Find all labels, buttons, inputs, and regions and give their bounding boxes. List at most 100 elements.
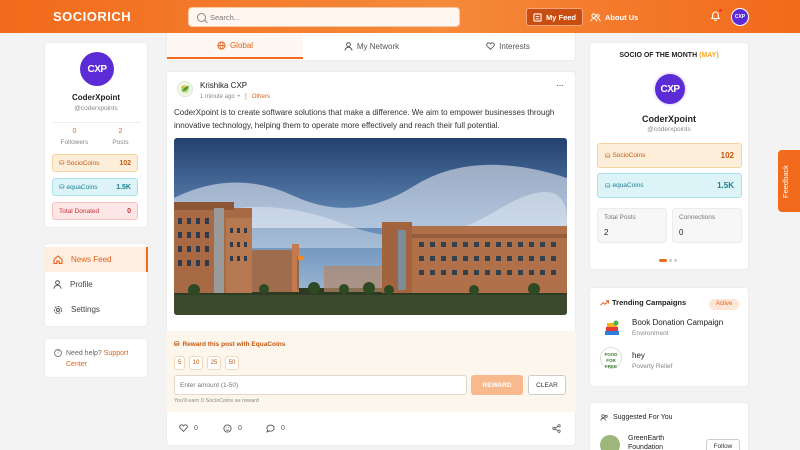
reward-amount-input[interactable]: Enter amount (1-50) xyxy=(174,375,467,395)
connections-label: Connections xyxy=(679,214,716,221)
tab-global[interactable]: Global xyxy=(167,33,303,59)
amount-button-25[interactable]: 25 xyxy=(207,356,221,370)
user-avatar[interactable]: CXP xyxy=(731,8,749,26)
search-input[interactable]: Search... xyxy=(188,7,460,27)
campaign-name[interactable]: hey xyxy=(632,351,645,360)
profile-avatar[interactable]: CXP xyxy=(80,52,114,86)
divider xyxy=(53,122,141,123)
post-image[interactable] xyxy=(174,138,567,315)
donated-value: 0 xyxy=(127,207,131,215)
socio-month-sociocoins: ⛁ SocioCoins 102 xyxy=(597,143,742,168)
socio-month-handle: @coderxpoints xyxy=(647,126,691,133)
connections-value: 0 xyxy=(679,228,684,237)
equacoins-value: 1.5K xyxy=(717,181,734,190)
campaign-logo-books[interactable] xyxy=(602,319,622,339)
tab-label: My Network xyxy=(356,41,400,51)
active-badge: Active xyxy=(709,299,739,310)
help-icon: ? xyxy=(54,349,62,357)
home-icon xyxy=(53,255,63,264)
tab-interests[interactable]: Interests xyxy=(440,33,576,59)
feedback-tab[interactable]: Feedback xyxy=(778,150,800,212)
campaign-category: Poverty Relief xyxy=(632,363,673,370)
equacoins-value: 1.5K xyxy=(116,183,131,191)
post-author[interactable]: Krishika CXP xyxy=(200,81,247,90)
search-icon xyxy=(197,13,206,22)
sidebar-item-profile[interactable]: Profile xyxy=(44,272,148,297)
socio-month-name[interactable]: CoderXpoint xyxy=(590,114,748,124)
globe-icon xyxy=(217,40,226,50)
socio-month-avatar[interactable]: CXP xyxy=(653,72,687,106)
more-vert-icon: ⋮ xyxy=(242,94,249,100)
posts-stat[interactable]: 2 Posts xyxy=(103,128,138,146)
users-icon xyxy=(590,12,601,22)
follow-button[interactable]: Follow xyxy=(706,439,740,450)
like-count: 0 xyxy=(194,424,198,432)
profile-handle: @coderxpoints xyxy=(74,105,118,112)
reaction-button[interactable]: 0 xyxy=(223,424,242,433)
coin-icon: ⛁ xyxy=(605,152,611,160)
post-category[interactable]: Others xyxy=(252,94,270,100)
posts-label: Posts xyxy=(112,139,129,146)
carousel-dot[interactable] xyxy=(669,259,672,262)
sidebar-item-news-feed[interactable]: News Feed xyxy=(44,247,148,272)
trending-campaigns-card: Trending Campaigns Active FOOD FOR FREE xyxy=(589,287,749,387)
campaigns-title: Trending Campaigns xyxy=(612,298,687,307)
total-posts-label: Total Posts xyxy=(604,214,636,221)
author-avatar[interactable] xyxy=(177,81,193,97)
logo[interactable]: SOCIORICH xyxy=(53,9,131,24)
suggested-card: Suggested For You GreenEarth Foundation … xyxy=(589,402,749,450)
comment-button[interactable]: 0 xyxy=(266,424,285,433)
carousel-dot-active[interactable] xyxy=(659,259,667,262)
sidebar-item-label: Profile xyxy=(70,280,93,289)
tab-my-network[interactable]: My Network xyxy=(303,33,440,59)
like-button[interactable]: 0 xyxy=(179,424,198,432)
amount-button-5[interactable]: 5 xyxy=(174,356,185,370)
my-feed-button[interactable]: My Feed xyxy=(526,8,584,26)
connections-stat: Connections 0 xyxy=(672,208,742,243)
notification-bell-icon[interactable] xyxy=(710,9,722,21)
sidebar-item-label: Settings xyxy=(71,305,100,314)
help-text: Need help? xyxy=(66,350,102,357)
sociocoins-badge: ⛁ SocioCoins 102 xyxy=(52,154,138,172)
clear-button[interactable]: CLEAR xyxy=(528,375,566,395)
profile-name[interactable]: CoderXpoint xyxy=(45,93,147,102)
socio-month-label: (MAY) xyxy=(699,52,719,59)
reaction-count: 0 xyxy=(238,425,242,432)
coin-icon: ⛁ xyxy=(605,182,611,190)
suggested-title: Suggested For You xyxy=(613,414,673,421)
followers-count: 0 xyxy=(72,128,77,135)
notification-dot xyxy=(719,9,722,12)
post-separator: • xyxy=(237,93,240,100)
help-card: ? Need help? Support Center xyxy=(44,338,148,378)
campaign-category: Environment xyxy=(632,330,669,337)
post-text: CoderXpoint is to create software soluti… xyxy=(174,108,555,130)
comment-icon xyxy=(266,424,275,433)
carousel-dot[interactable] xyxy=(674,259,677,262)
coin-icon: ⛁ xyxy=(59,160,65,167)
post-menu-icon[interactable]: ··· xyxy=(556,80,564,91)
smile-icon xyxy=(223,424,232,433)
campaign-logo-food[interactable]: FOOD FOR FREE xyxy=(600,347,622,369)
total-donated-badge: Total Donated 0 xyxy=(52,202,138,220)
tab-label: Interests xyxy=(499,41,530,51)
reward-section: ⛁ Reward this post with EquaCoins You'll… xyxy=(166,331,576,412)
share-button[interactable] xyxy=(552,424,561,433)
share-icon xyxy=(552,424,561,433)
sociocoins-label: SocioCoins xyxy=(66,159,100,167)
amount-button-10[interactable]: 10 xyxy=(189,356,203,370)
heart-icon xyxy=(486,42,495,50)
about-us-label: About Us xyxy=(605,12,639,22)
total-posts-value: 2 xyxy=(604,228,609,237)
my-feed-label: My Feed xyxy=(546,12,577,22)
campaign-name[interactable]: Book Donation Campaign xyxy=(632,318,723,327)
followers-label: Followers xyxy=(60,139,89,146)
suggested-avatar[interactable] xyxy=(600,435,620,450)
suggested-name[interactable]: GreenEarth Foundation xyxy=(628,434,688,450)
reward-button[interactable]: REWARD xyxy=(471,375,523,395)
about-us-button[interactable]: About Us xyxy=(584,8,644,26)
posts-count: 2 xyxy=(118,128,123,135)
followers-stat[interactable]: 0 Followers xyxy=(57,128,92,146)
sidebar-item-settings[interactable]: Settings xyxy=(44,297,148,322)
amount-button-50[interactable]: 50 xyxy=(225,356,239,370)
socio-month-equacoins: ⛁ equaCoins 1.5K xyxy=(597,173,742,198)
